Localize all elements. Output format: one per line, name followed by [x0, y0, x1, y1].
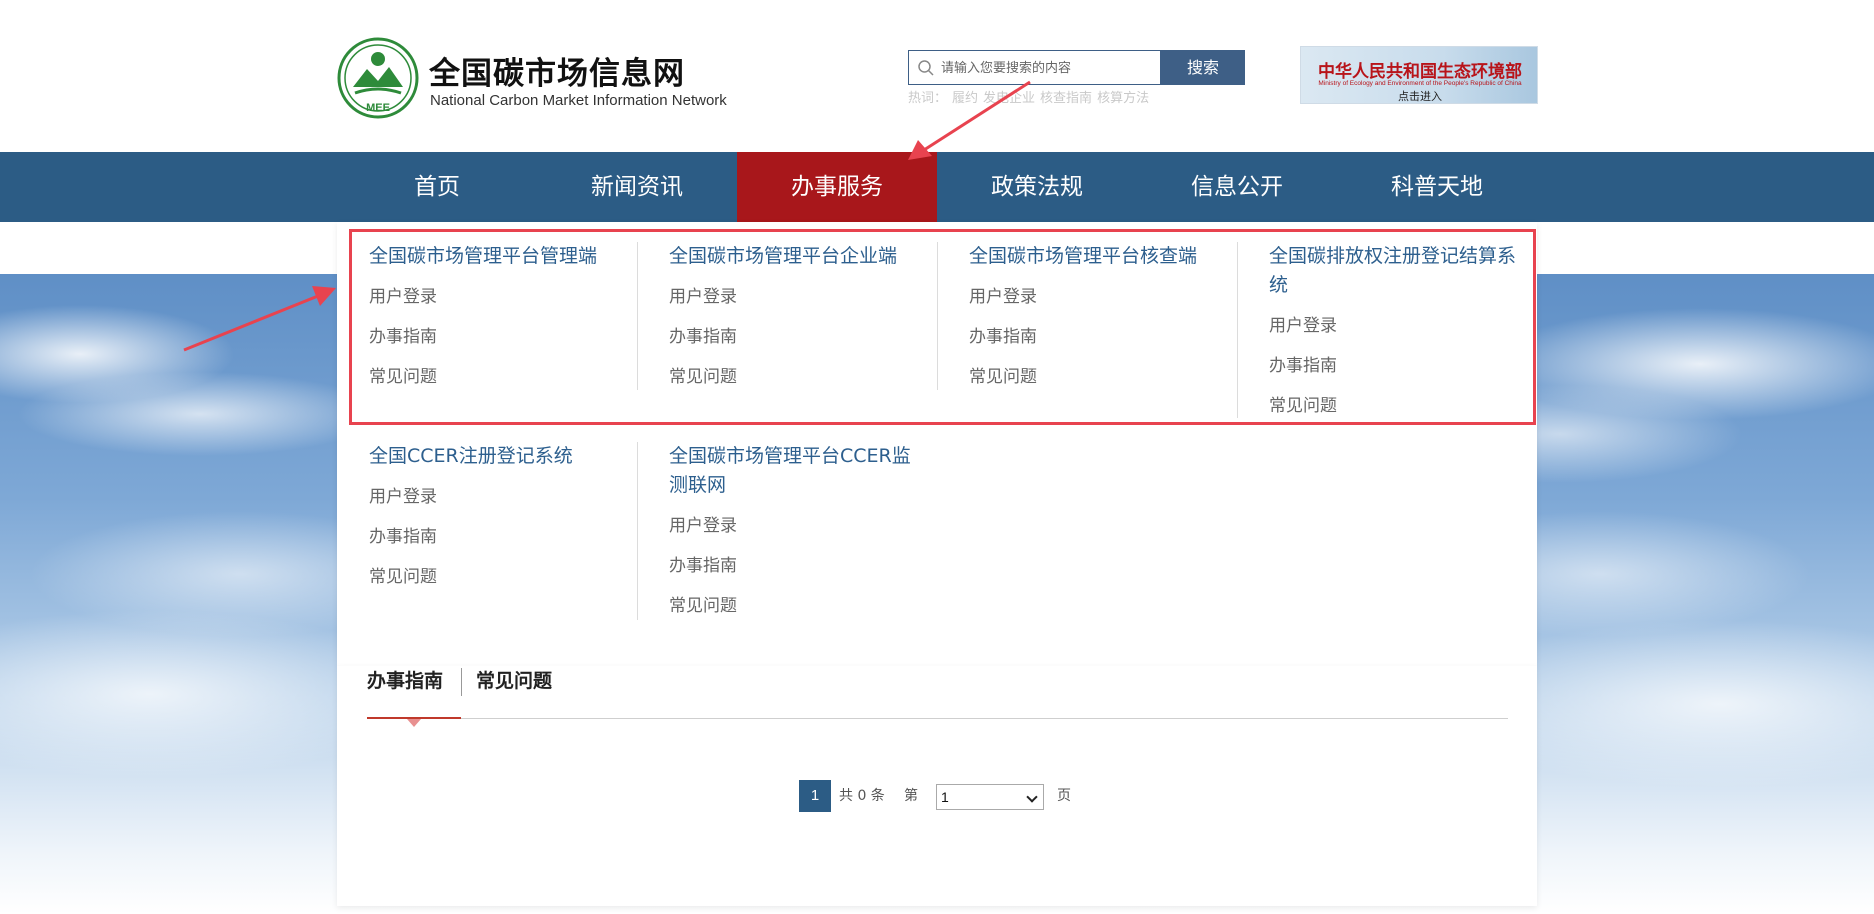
column-divider	[637, 442, 638, 620]
column-title[interactable]: 全国碳市场管理平台企业端	[669, 242, 929, 271]
dropdown-column: 全国碳市场管理平台CCER监 测联网 用户登录 办事指南 常见问题	[669, 442, 937, 617]
main-nav: 首页 新闻资讯 办事服务 政策法规 信息公开 科普天地	[0, 152, 1874, 222]
site-title[interactable]: 全国碳市场信息网	[429, 48, 685, 93]
login-link[interactable]: 用户登录	[369, 486, 629, 508]
guide-link[interactable]: 办事指南	[969, 326, 1229, 348]
guide-link[interactable]: 办事指南	[369, 326, 629, 348]
page-select[interactable]: 1	[936, 784, 1044, 810]
dropdown-column: 全国碳市场管理平台企业端 用户登录 办事指南 常见问题	[669, 242, 929, 388]
hotword-link[interactable]: 履约	[952, 90, 978, 105]
ministry-enter-link[interactable]: 点击进入	[1301, 88, 1539, 104]
search-icon	[918, 60, 934, 76]
login-link[interactable]: 用户登录	[969, 286, 1229, 308]
nav-item-news[interactable]: 新闻资讯	[537, 152, 737, 222]
faq-link[interactable]: 常见问题	[369, 366, 629, 388]
faq-link[interactable]: 常见问题	[669, 366, 929, 388]
login-link[interactable]: 用户登录	[369, 286, 629, 308]
column-title[interactable]: 全国碳市场管理平台管理端	[369, 242, 629, 271]
page-select-value: 1	[941, 789, 949, 805]
search-input[interactable]	[941, 52, 1156, 83]
guide-link[interactable]: 办事指南	[369, 526, 629, 548]
login-link[interactable]: 用户登录	[669, 286, 929, 308]
search-box	[908, 50, 1161, 85]
faq-link[interactable]: 常见问题	[669, 595, 937, 617]
search-button[interactable]: 搜索	[1161, 50, 1245, 85]
dropdown-column: 全国碳市场管理平台核查端 用户登录 办事指南 常见问题	[969, 242, 1229, 388]
services-dropdown: 全国碳市场管理平台管理端 用户登录 办事指南 常见问题 全国碳市场管理平台企业端…	[337, 222, 1537, 666]
column-title-line: 测联网	[669, 474, 727, 496]
page-number-button[interactable]: 1	[799, 780, 831, 812]
active-tab-caret-icon	[407, 719, 421, 727]
ministry-banner[interactable]: 中华人民共和国生态环境部 Ministry of Ecology and Env…	[1300, 46, 1538, 104]
hotword-link[interactable]: 核查指南	[1040, 90, 1092, 105]
tab-separator	[461, 668, 462, 696]
ministry-english-name: Ministry of Ecology and Environment of t…	[1318, 80, 1522, 87]
guide-link[interactable]: 办事指南	[669, 326, 929, 348]
column-title-line: 全国碳市场管理平台CCER监	[669, 445, 911, 467]
chevron-down-icon	[1026, 791, 1038, 803]
nav-item-home[interactable]: 首页	[337, 152, 537, 222]
logo-text: MEE	[366, 102, 390, 114]
tab-guide[interactable]: 办事指南	[367, 666, 443, 699]
hotword-link[interactable]: 核算方法	[1097, 90, 1149, 105]
ministry-name: 中华人民共和国生态环境部	[1318, 62, 1522, 82]
column-title[interactable]: 全国碳市场管理平台CCER监 测联网	[669, 442, 937, 500]
dropdown-column: 全国CCER注册登记系统 用户登录 办事指南 常见问题	[369, 442, 629, 588]
faq-link[interactable]: 常见问题	[369, 566, 629, 588]
column-title[interactable]: 全国碳市场管理平台核查端	[969, 242, 1229, 271]
hotwords: 热词： 履约 发电企业 核查指南 核算方法	[908, 87, 1154, 106]
guide-link[interactable]: 办事指南	[669, 555, 937, 577]
total-count: 共 0 条	[839, 788, 885, 804]
page-prefix: 第	[904, 788, 918, 804]
column-divider	[1237, 242, 1238, 418]
nav-item-policy[interactable]: 政策法规	[937, 152, 1137, 222]
faq-link[interactable]: 常见问题	[969, 366, 1229, 388]
site-subtitle: National Carbon Market Information Netwo…	[430, 92, 727, 109]
column-title[interactable]: 全国碳排放权注册登记结算系统	[1269, 242, 1537, 300]
main-content: 办事指南 常见问题 1 共 0 条 第 1 页	[337, 666, 1537, 906]
nav-item-services[interactable]: 办事服务	[737, 152, 937, 222]
column-title-line: 全国碳排放权注册登记结算系	[1269, 245, 1517, 267]
column-divider	[637, 242, 638, 390]
column-divider	[937, 242, 938, 390]
login-link[interactable]: 用户登录	[1269, 315, 1537, 337]
column-title[interactable]: 全国CCER注册登记系统	[369, 442, 629, 471]
guide-link[interactable]: 办事指南	[1269, 355, 1537, 377]
tab-baseline	[367, 718, 1508, 719]
tab-faq[interactable]: 常见问题	[476, 666, 552, 699]
nav-item-science[interactable]: 科普天地	[1337, 152, 1537, 222]
hotwords-label: 热词：	[908, 90, 948, 105]
hotword-link[interactable]: 发电企业	[983, 90, 1035, 105]
dropdown-column: 全国碳市场管理平台管理端 用户登录 办事指南 常见问题	[369, 242, 629, 388]
nav-item-disclosure[interactable]: 信息公开	[1137, 152, 1337, 222]
mee-logo[interactable]: MEE	[337, 37, 419, 119]
faq-link[interactable]: 常见问题	[1269, 395, 1537, 417]
page-suffix: 页	[1057, 788, 1071, 804]
login-link[interactable]: 用户登录	[669, 515, 937, 537]
site-header: MEE 全国碳市场信息网 National Carbon Market Info…	[0, 0, 1874, 152]
dropdown-column: 全国碳排放权注册登记结算系统 用户登录 办事指南 常见问题	[1269, 242, 1537, 417]
column-title-line: 统	[1269, 274, 1289, 296]
